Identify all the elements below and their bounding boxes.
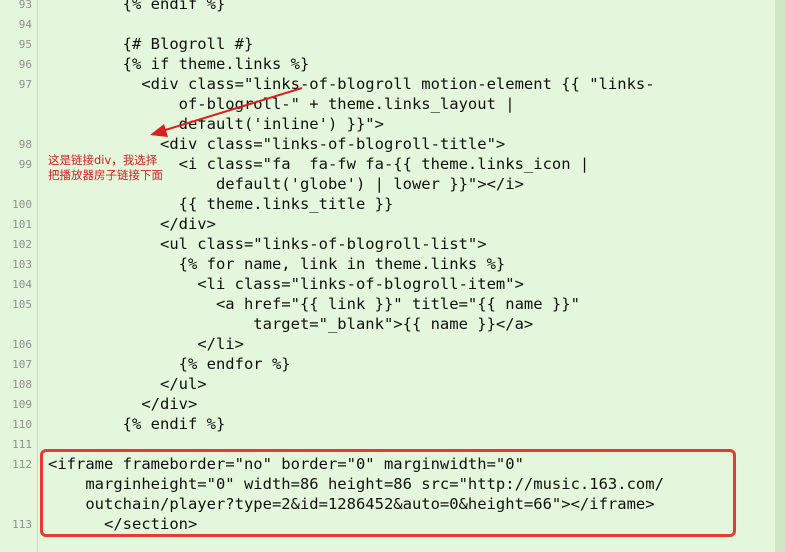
code-line: <div class="links-of-blogroll motion-ele… [48,75,655,93]
line-number: 108 [12,378,32,391]
code-line: of-blogroll-" + theme.links_layout | [48,95,515,113]
line-number: 105 [12,298,32,311]
code-line: target="_blank">{{ name }}</a> [48,315,534,333]
code-line: </ul> [48,375,207,393]
line-number: 98 [18,138,32,151]
line-number: 110 [12,418,32,431]
code-line: {# Blogroll #} [48,35,254,53]
line-number: 101 [12,218,32,231]
line-number: 106 [12,338,32,351]
line-number: 109 [12,398,32,411]
line-number: 113 [12,518,32,531]
line-number: 93 [18,0,32,11]
line-number: 104 [12,278,32,291]
line-number: 112 [12,458,32,471]
highlight-box [40,449,736,537]
code-line: </li> [48,335,244,353]
annotation-line: 把播放器房子链接下面 [48,168,163,182]
code-line: default('inline') }}"> [48,115,384,133]
line-number: 97 [18,78,32,91]
code-line: </div> [48,395,198,413]
line-number: 103 [12,258,32,271]
line-number: 95 [18,38,32,51]
line-number: 107 [12,358,32,371]
code-line: <li class="links-of-blogroll-item"> [48,275,524,293]
code-line: {% endif %} [48,415,226,433]
annotation-note: 这是链接div，我选择 把播放器房子链接下面 [48,153,198,183]
line-number: 94 [18,18,32,31]
code-line: </div> [48,215,216,233]
code-line: <a href="{{ link }}" title="{{ name }}" [48,295,580,313]
line-number: 96 [18,58,32,71]
line-number: 111 [12,438,32,451]
code-line: <div class="links-of-blogroll-title"> [48,135,506,153]
annotation-line: 这是链接div，我选择 [48,153,158,167]
line-number: 102 [12,238,32,251]
line-number: 99 [18,158,32,171]
scrollbar-track[interactable] [775,0,785,552]
code-line: {% if theme.links %} [48,55,310,73]
code-line: {{ theme.links_title }} [48,195,394,213]
code-line: <ul class="links-of-blogroll-list"> [48,235,487,253]
line-number-gutter: 93 94 95 96 97 98 99 100 101 102 103 104… [0,0,38,552]
code-line: {% endif %} [48,0,226,13]
line-number: 100 [12,198,32,211]
code-line: {% for name, link in theme.links %} [48,255,506,273]
code-line: {% endfor %} [48,355,291,373]
